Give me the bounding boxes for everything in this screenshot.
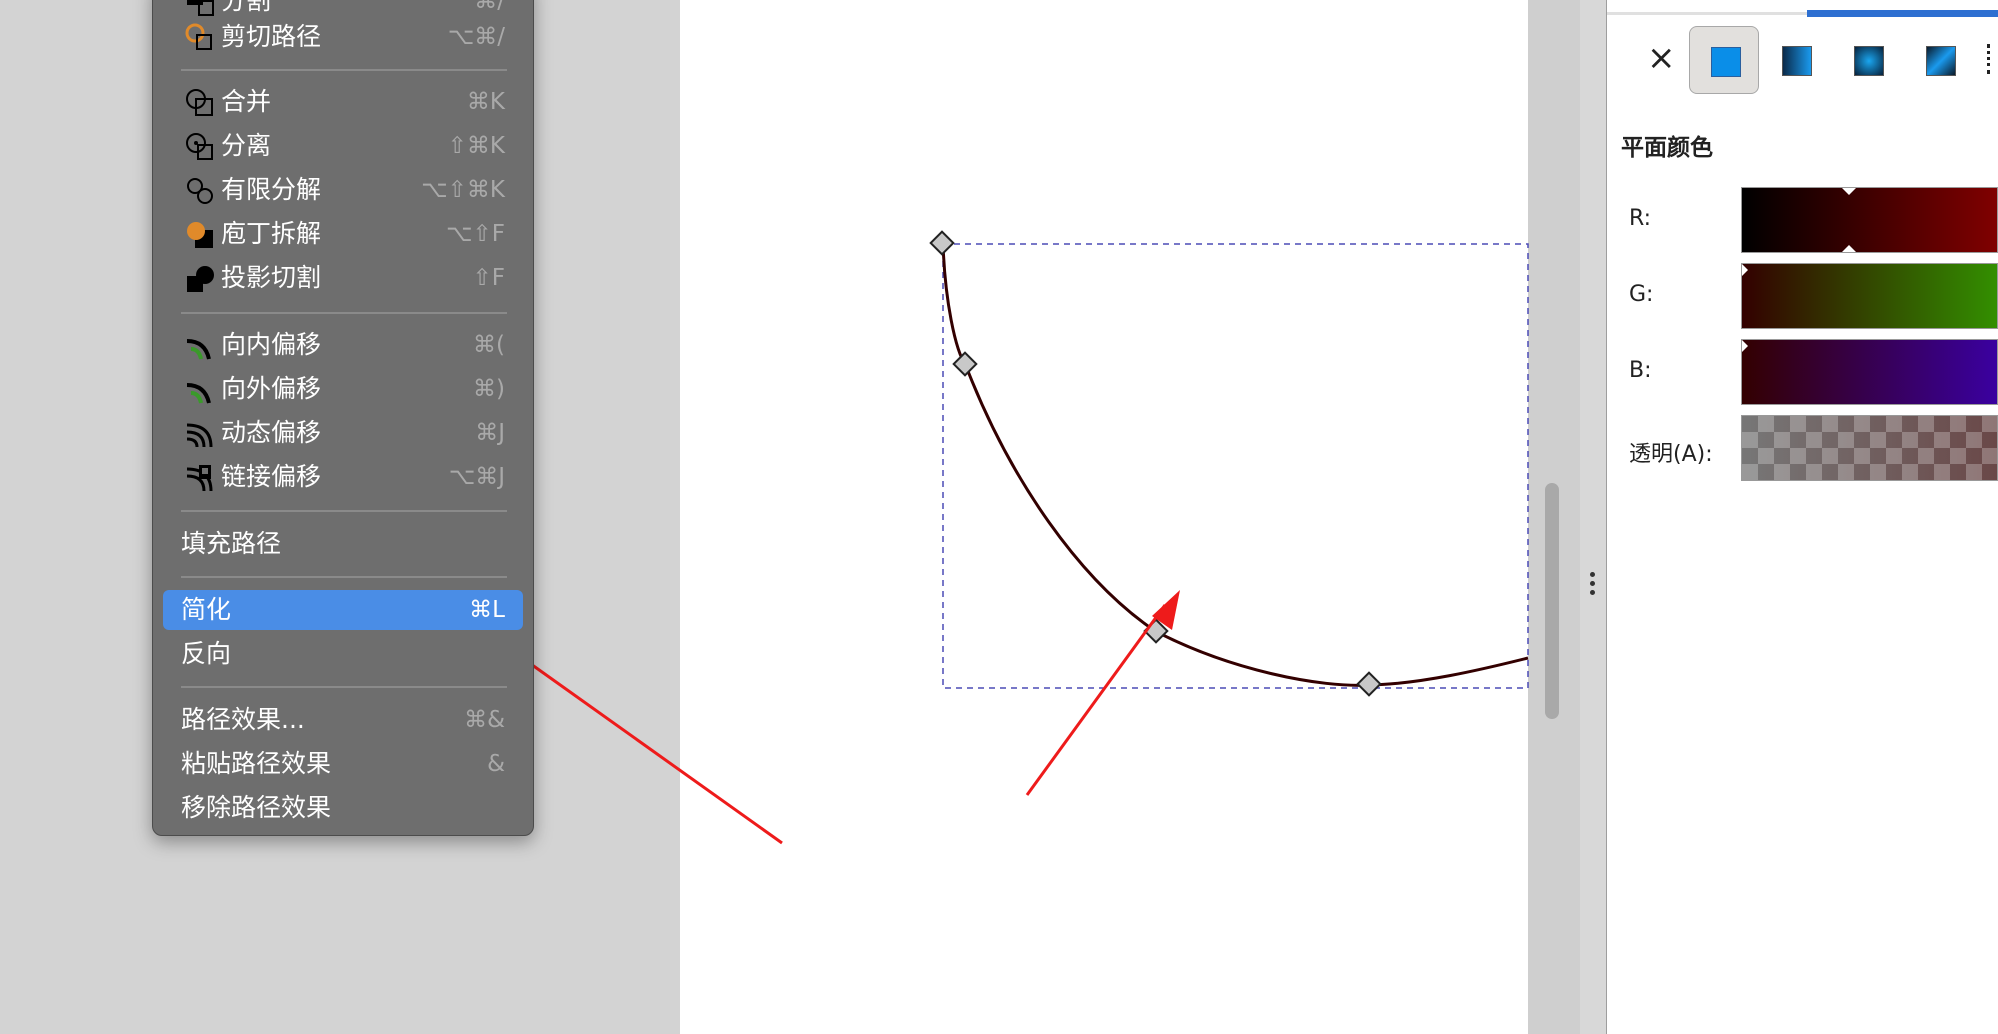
linear-gradient-icon (1782, 46, 1812, 76)
menu-separator (181, 69, 507, 71)
channel-label-b: B: (1629, 358, 1652, 383)
menu-separator (181, 510, 507, 512)
channel-label-alpha: 透明(A): (1629, 442, 1713, 467)
panel-splitter[interactable] (1580, 0, 1607, 1034)
linear-gradient-button[interactable] (1761, 26, 1829, 92)
menu-item-label: 向外偏移 (221, 374, 322, 403)
fill-stroke-panel: × 平面颜色 R: G: B: 透明(A): (1607, 0, 1998, 1034)
menu-item-label: 填充路径 (181, 529, 282, 558)
alpha-slider[interactable] (1741, 415, 1998, 481)
menu-item-cut-path[interactable]: 剪切路径 ⌥⌘/ (163, 17, 523, 57)
path-context-menu: 分割 ⌘/ 剪切路径 ⌥⌘/ 合并 ⌘K 分离 ⇧⌘K 有限分解 ⌥⇧⌘K 庖丁… (152, 0, 534, 836)
drag-handle-icon[interactable] (1590, 572, 1596, 599)
panel-title: 平面颜色 (1621, 135, 1713, 161)
fracture-icon (185, 176, 215, 206)
menu-item-label: 移除路径效果 (181, 793, 332, 822)
red-slider[interactable] (1741, 187, 1998, 253)
menu-item-simplify[interactable]: 简化 ⌘L (163, 590, 523, 630)
menu-item-fill-path[interactable]: 填充路径 (163, 524, 523, 564)
menu-item-paste-path-effect[interactable]: 粘贴路径效果 & (163, 744, 523, 784)
no-paint-button[interactable]: × (1625, 26, 1693, 92)
menu-item-label: 动态偏移 (221, 418, 322, 447)
menu-item-union[interactable]: 合并 ⌘K (163, 82, 523, 122)
outset-icon (185, 375, 215, 405)
channel-label-g: G: (1629, 282, 1654, 307)
slider-marker-icon (1842, 245, 1856, 252)
menu-item-label: 简化 (181, 595, 232, 624)
menu-item-shortcut: ⇧F (472, 265, 505, 291)
menu-item-linked-offset[interactable]: 链接偏移 ⌥⌘J (163, 457, 523, 497)
menu-item-shortcut: ⌘L (469, 597, 505, 623)
radial-gradient-icon (1854, 46, 1884, 76)
menu-item-shortcut: ⌥⇧⌘K (421, 177, 505, 203)
menu-separator (181, 312, 507, 314)
menu-item-label: 分离 (221, 131, 272, 160)
radial-gradient-button[interactable] (1833, 26, 1901, 92)
slider-marker-icon (1742, 264, 1748, 276)
menu-item-break-apart[interactable]: 分离 ⇧⌘K (163, 126, 523, 166)
menu-item-dynamic-offset[interactable]: 动态偏移 ⌘J (163, 413, 523, 453)
flat-color-icon (1711, 47, 1741, 77)
menu-item-path-effects[interactable]: 路径效果... ⌘& (163, 700, 523, 740)
green-slider[interactable] (1741, 263, 1998, 329)
menu-item-label: 链接偏移 (221, 462, 322, 491)
menu-item-shortcut: ⌘J (475, 420, 505, 446)
menu-item-reverse[interactable]: 反向 (163, 634, 523, 674)
split-path-icon (185, 0, 215, 17)
menu-item-label: 粘贴路径效果 (181, 749, 332, 778)
menu-item-shortcut: ⌥⌘J (448, 464, 505, 490)
menu-item-inset[interactable]: 向内偏移 ⌘( (163, 325, 523, 365)
cut-path-icon (185, 23, 215, 53)
menu-item-shortcut: ⌘) (473, 376, 505, 402)
pattern-button[interactable] (1977, 26, 1998, 92)
menu-item-label: 路径效果... (181, 705, 305, 734)
linked-offset-icon (185, 463, 215, 493)
vertical-scrollbar-thumb[interactable] (1545, 483, 1559, 719)
menu-item-label: 合并 (221, 87, 272, 116)
mesh-gradient-icon (1926, 46, 1956, 76)
menu-item-outset[interactable]: 向外偏移 ⌘) (163, 369, 523, 409)
menu-separator (181, 686, 507, 688)
menu-item-label: 有限分解 (221, 175, 322, 204)
menu-item-shortcut: ⌘K (466, 89, 505, 115)
menu-item-remove-path-effect[interactable]: 移除路径效果 (163, 788, 523, 828)
menu-item-shortcut: ⌘& (464, 707, 505, 733)
menu-item-label: 反向 (181, 639, 232, 668)
menu-item-fracture[interactable]: 有限分解 ⌥⇧⌘K (163, 170, 523, 210)
dynamic-offset-icon (185, 419, 215, 449)
break-apart-icon (185, 132, 215, 162)
pattern-icon (1987, 44, 1996, 74)
slider-marker-icon (1742, 340, 1748, 352)
menu-item-shortcut: ⌥⌘/ (447, 24, 505, 50)
blue-slider[interactable] (1741, 339, 1998, 405)
inset-icon (185, 331, 215, 361)
drawing-canvas[interactable] (680, 0, 1528, 1034)
menu-item-label: 庖丁拆解 (221, 219, 322, 248)
menu-item-shortcut: & (487, 751, 505, 777)
flat-color-button[interactable] (1689, 26, 1759, 94)
menu-item-label: 向内偏移 (221, 330, 322, 359)
menu-item-shortcut: ⌘( (473, 332, 505, 358)
menu-item-label: 剪切路径 (221, 22, 322, 51)
menu-item-flatten[interactable]: 庖丁拆解 ⌥⇧F (163, 214, 523, 254)
menu-item-shortcut: ⇧⌘K (447, 133, 505, 159)
menu-item-shortcut: ⌥⇧F (445, 221, 505, 247)
flatten-icon (185, 220, 215, 250)
close-icon: × (1647, 38, 1676, 78)
menu-separator (181, 576, 507, 578)
menu-item-label: 投影切割 (221, 263, 322, 292)
mesh-gradient-button[interactable] (1905, 26, 1973, 92)
channel-label-r: R: (1629, 206, 1652, 231)
active-tab-indicator[interactable] (1807, 10, 1998, 17)
union-icon (185, 88, 215, 118)
slider-marker-icon (1842, 188, 1856, 195)
split-path-icon (185, 264, 215, 294)
menu-item-split-path[interactable]: 投影切割 ⇧F (163, 258, 523, 298)
